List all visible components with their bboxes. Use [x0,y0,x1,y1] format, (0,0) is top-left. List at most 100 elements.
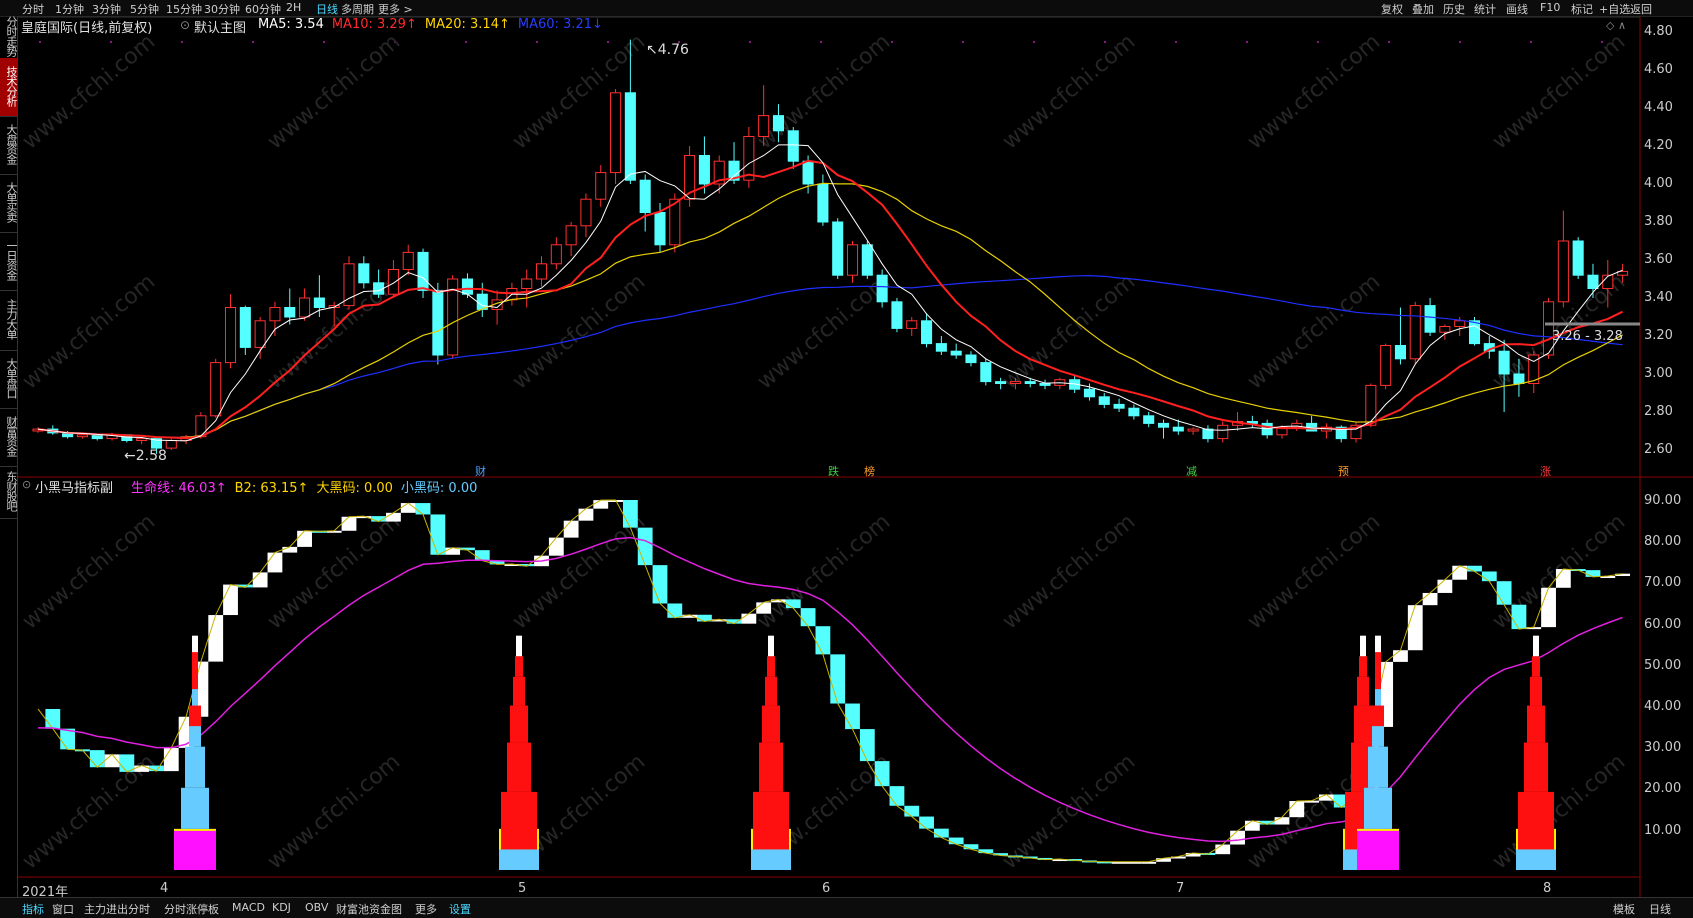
candle-body [1217,424,1229,440]
event-marker[interactable]: 跌 [828,463,839,479]
candle-body [1513,373,1525,384]
b2-step [874,761,890,787]
chart-canvas[interactable]: www.cfchi.com www.cfchi.com www.cfchi.com w… [0,0,1693,917]
bottom-tab-7[interactable]: 财富池资金图 [336,901,402,917]
indicator-tick: 70.00 [1644,575,1682,591]
b2-step [741,613,757,624]
tower-2-red [753,791,789,850]
b2-step [1555,569,1571,588]
b2-step [252,572,268,588]
event-marker[interactable]: 涨 [1540,463,1551,479]
sub-settings-icon[interactable]: ⊙ [22,478,31,491]
candle-body [817,183,829,223]
bottom-tab-9[interactable]: 设置 [449,901,471,917]
candle-body [1409,305,1421,360]
indicator-tick: 80.00 [1644,534,1682,550]
bottom-right-0[interactable]: 模板 [1613,901,1635,917]
dot-mark [110,41,112,43]
template-dropdown-icon[interactable]: ⊙ [180,18,190,32]
indicator-tick: 60.00 [1644,616,1682,632]
ma10-line [37,159,1624,440]
b2-step [1215,844,1231,855]
tower-5-yellow [1357,828,1399,831]
price-tick: 3.60 [1644,252,1673,267]
b2-step [889,786,905,806]
dot-mark [181,41,183,43]
price-tick: 3.20 [1644,328,1673,343]
candle-body [654,212,666,246]
event-marker[interactable]: 减 [1186,463,1197,479]
event-marker[interactable]: 榜 [864,463,875,479]
candle-body [195,415,207,438]
b2-step [1496,581,1512,605]
sub-indicator-title[interactable]: 小黑马指标副 [35,477,113,496]
b2-step [1274,817,1290,825]
event-marker[interactable]: 预 [1338,463,1349,479]
template-name[interactable]: 默认主图 [194,17,246,36]
b2-step [45,708,61,729]
bottom-tab-1[interactable]: 窗口 [52,901,74,917]
tower-1-red [507,742,531,792]
candle-body [906,320,918,329]
tower-4-red [1359,656,1367,677]
candle-body [1498,350,1510,375]
tower-2-tip [768,635,774,657]
ma5-line [37,144,1623,442]
b2-step [1156,858,1171,862]
tower-0-yellow [174,828,216,831]
tower-3-red [1518,791,1554,850]
legend-item-2: 大黑码: 0.00 [316,481,393,496]
candle-body [1365,384,1377,426]
bottom-tab-4[interactable]: MACD [232,901,265,914]
candle-body [965,354,977,364]
b2-step [1511,604,1527,630]
b2-step [904,805,920,817]
b2-step [1393,650,1408,662]
candle-body [210,362,222,417]
bottom-right-1[interactable]: 日线 [1649,901,1671,917]
watermark-text: www.cfchi.com [263,749,405,874]
b2-step [474,550,490,561]
event-marker[interactable]: 财 [475,463,486,479]
candle-body [698,155,710,185]
watermark-text: www.cfchi.com [998,269,1140,394]
candle-body [358,263,370,284]
candle-body [1439,326,1451,333]
candle-body [772,115,785,132]
candle-body [1557,240,1569,303]
tower-1-red [501,791,537,850]
stock-title: 皇庭国际(日线,前复权) [21,21,153,36]
b2-step [415,503,431,515]
collapse-icon[interactable]: ◇ ∧ [1606,19,1626,32]
bottom-tab-2[interactable]: 主力进出分时 [84,901,150,917]
tower-3-red [1530,676,1542,706]
tower-2-red [759,742,783,792]
indicator-tick: 40.00 [1644,699,1682,714]
candle-body [1128,407,1140,417]
tower-1-tip [516,635,522,657]
price-tick: 2.60 [1644,442,1673,457]
b2-step [637,527,653,566]
watermark-text: www.cfchi.com [18,269,160,394]
legend-item-3: MA60: 3.21↓ [517,17,603,32]
price-tick: 3.40 [1644,290,1673,305]
candle-body [891,301,903,329]
bottom-tab-3[interactable]: 分时涨停板 [164,901,219,917]
month-label: 4 [160,881,169,896]
candle-body [1187,428,1199,432]
bottom-tab-6[interactable]: OBV [305,901,328,914]
bottom-tab-8[interactable]: 更多 [415,901,437,917]
watermark-text: www.cfchi.com [1488,29,1630,154]
b2-step [563,520,579,538]
dot-mark [1459,41,1461,43]
legend-item-0: 生命线: 46.03↑ [131,481,227,496]
watermark-text: www.cfchi.com [18,29,160,154]
candle-body [861,244,873,276]
b2-step [1407,605,1423,651]
bottom-tab-0[interactable]: 指标 [22,901,44,917]
bottom-tab-5[interactable]: KDJ [272,901,291,914]
candle-body [1009,381,1021,385]
tower-2-red [762,705,780,743]
candle-body [624,92,636,181]
b2-step [815,626,831,655]
